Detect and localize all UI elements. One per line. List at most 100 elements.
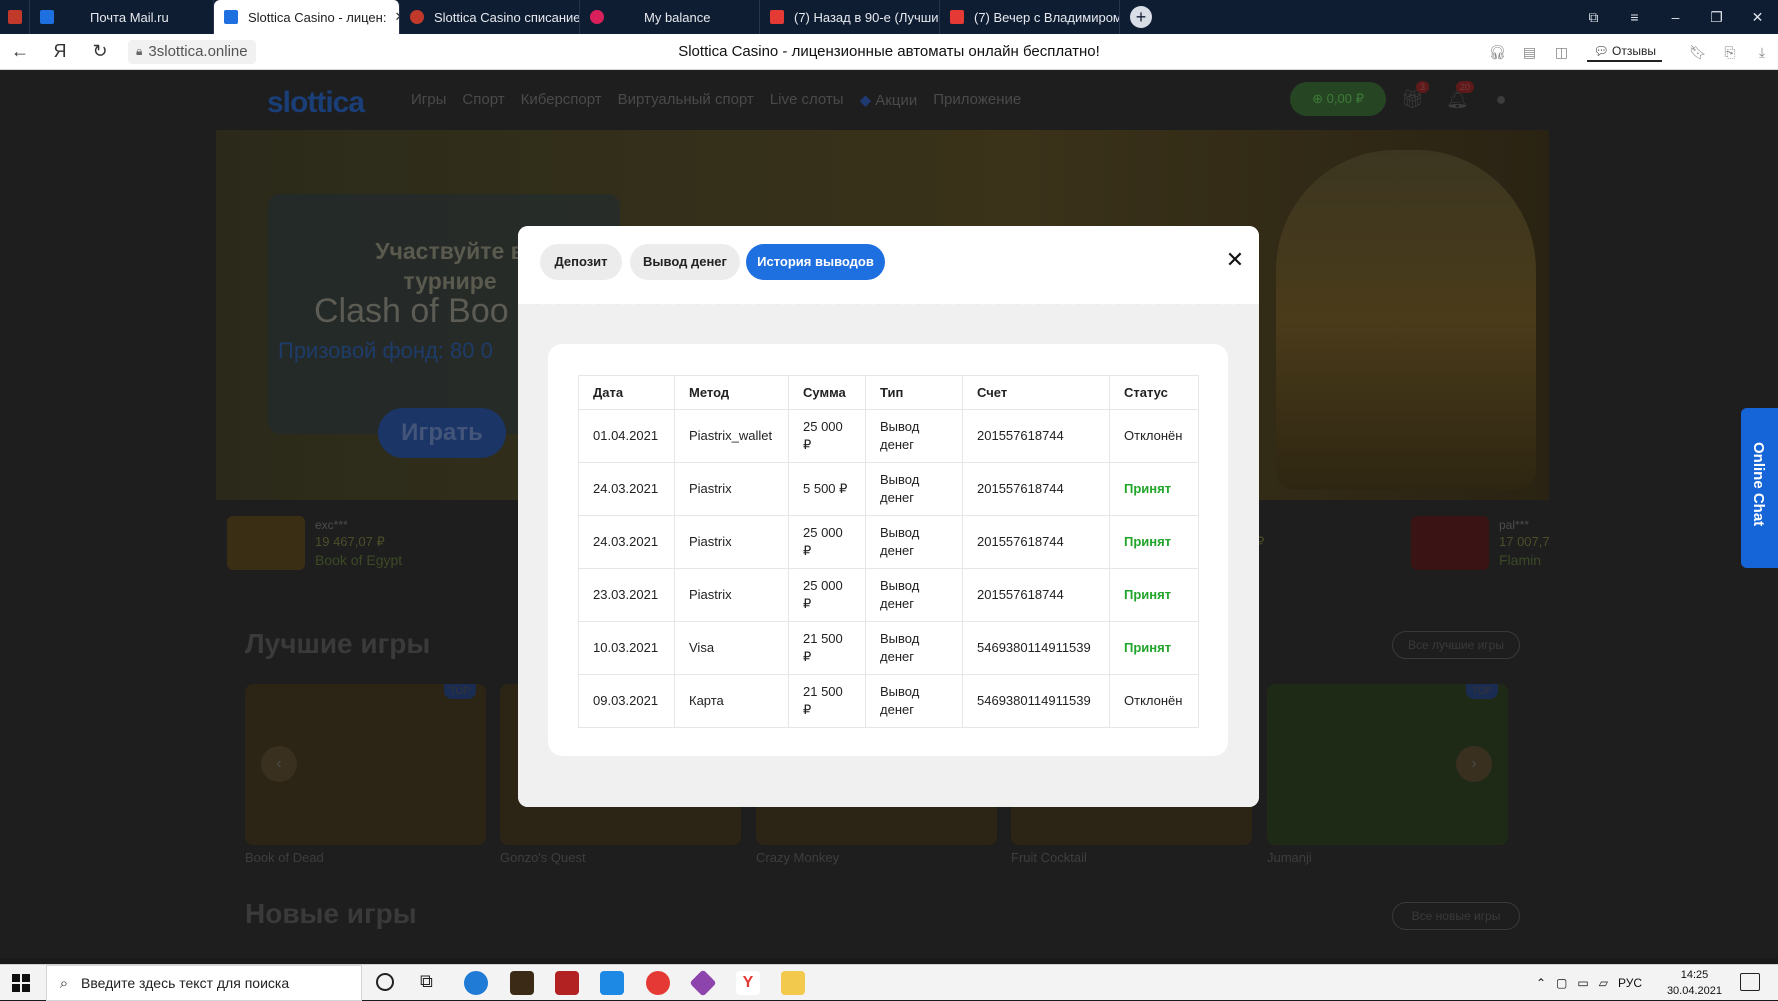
language-indicator[interactable]: РУС [1618,976,1642,990]
lock-icon: 🔒︎ [136,44,143,58]
headphones-icon[interactable]: 🎧︎ [1481,44,1513,61]
nav-live-slots[interactable]: Live слоты [770,91,844,109]
game-tile[interactable]: TOP › [1267,684,1508,845]
cell-account: 5469380114911539 [962,674,1110,728]
table-body: 01.04.2021 Piastrix_wallet 25 000 ₽ Вывод д… [578,409,1199,728]
mail-icon[interactable] [600,971,624,995]
game-title[interactable]: Jumanji [1267,850,1312,865]
file-explorer-icon[interactable] [781,971,805,995]
cell-amount: 25 000 ₽ [788,409,866,463]
url-field[interactable]: 🔒︎ 3slottica.online [128,39,256,64]
modal-header: Депозит Вывод денег История выводов ✕ [518,226,1259,304]
site-logo[interactable]: slottica [267,86,365,120]
network-icon[interactable]: ▱ [1599,976,1608,990]
cell-date: 23.03.2021 [578,568,675,622]
browser-tab-pinned-1[interactable] [0,0,30,34]
winner-card[interactable]: exc*** 19 467,07 ₽ Book of Egypt [227,516,447,576]
browser-tab-mail[interactable]: Почта Mail.ru [30,0,214,34]
windows-taskbar: ⌕ Введите здесь текст для поиска ⧉ Y ⌃ ▢… [0,964,1778,1001]
gift-icon[interactable]: 🎁︎ 3 [1401,81,1429,109]
download-icon[interactable]: ⤓ [1746,44,1778,61]
close-icon[interactable]: ✕ [1223,248,1247,272]
tab-deposit[interactable]: Депозит [540,244,622,280]
reader-icon[interactable]: ▤ [1513,44,1545,61]
site-header: slottica Игры Спорт Киберспорт Виртуальн… [0,70,1778,130]
cell-amount: 25 000 ₽ [788,515,866,569]
nav-games[interactable]: Игры [411,91,446,109]
cell-date: 01.04.2021 [578,409,675,463]
windows-start-icon[interactable] [12,974,30,992]
browser-tab-slottica-active[interactable]: Slottica Casino - лицен: ✕ [214,0,400,34]
cell-status: Принят [1109,515,1199,569]
close-window-icon[interactable]: ✕ [1737,0,1778,34]
reload-icon[interactable]: ↻ [80,41,120,62]
task-view-icon[interactable]: ⧉ [420,971,433,992]
mail-favicon-icon [40,10,54,24]
browser-tab-slottica-2[interactable]: Slottica Casino списание в [400,0,580,34]
clock[interactable]: 14:25 30.04.2021 [1667,967,1722,999]
nav-virtual-sport[interactable]: Виртуальный спорт [618,91,754,109]
tab-withdrawal-history[interactable]: История выводов [746,244,885,280]
new-tab-button[interactable]: + [1130,6,1152,28]
yandex-icon[interactable]: Я [40,41,80,62]
cell-amount: 21 500 ₽ [788,621,866,675]
bell-badge: 20 [1455,81,1474,93]
nav-app[interactable]: Приложение [933,91,1021,109]
collections-icon[interactable]: ⎘ [1714,44,1746,61]
all-best-games-link[interactable]: Все лучшие игры [1392,631,1520,659]
game-title[interactable]: Gonzo's Quest [500,850,586,865]
column-header-date: Дата [578,375,675,410]
user-icon[interactable]: ● [1491,89,1511,109]
taskbar-search-input[interactable]: ⌕ Введите здесь текст для поиска [46,965,362,1001]
nav-esport[interactable]: Киберспорт [521,91,602,109]
battery-icon[interactable]: ▭ [1577,976,1588,990]
winner-card[interactable]: pal*** 17 007,7 Flamin [1411,516,1551,576]
top-badge: TOP [443,684,476,699]
bookmark-icon[interactable]: 🔖︎ [1682,44,1714,61]
menu-icon[interactable]: ≡ [1614,0,1655,34]
restore-icon[interactable]: ❐ [1696,0,1737,34]
reviews-button[interactable]: 💬︎ Отзывы [1587,42,1662,62]
device-icon[interactable]: ▢ [1556,976,1567,990]
window-controls: ⧉ ≡ – ❐ ✕ [1573,0,1778,34]
extension-icon[interactable]: ◫ [1545,44,1577,61]
balance-button[interactable]: ⊕ 0,00 ₽ [1290,82,1386,116]
notifications-icon[interactable] [1740,973,1760,991]
game-title[interactable]: Crazy Monkey [756,850,839,865]
app-gem-icon[interactable] [689,969,717,997]
browser-tab-balance[interactable]: My balance [580,0,760,34]
table-row: 24.03.2021 Piastrix 5 500 ₽ Вывод денег 2015… [578,462,1199,516]
game-title[interactable]: Book of Dead [245,850,324,865]
cortana-icon[interactable] [376,973,394,991]
carousel-prev-icon[interactable]: ‹ [261,746,297,782]
withdrawal-history-table: Дата Метод Сумма Тип Счет Статус 01.04.2… [578,375,1199,728]
yandex-browser-icon[interactable]: Y [736,971,760,995]
online-chat-tab[interactable]: Online Chat [1741,408,1778,568]
cell-method: Piastrix [674,515,789,569]
winner-game: Book of Egypt [315,552,403,568]
app-red-icon[interactable] [555,971,579,995]
bell-icon[interactable]: 🔔︎ 20 [1446,81,1474,109]
game-title[interactable]: Fruit Cocktail [1011,850,1087,865]
nav-promotions[interactable]: ◆ Акции [860,91,918,109]
minimize-icon[interactable]: – [1655,0,1696,34]
carousel-next-icon[interactable]: › [1456,746,1492,782]
asterisk-favicon-icon [590,10,604,24]
tabs-icon[interactable]: ⧉ [1573,0,1614,34]
game-tile[interactable]: TOP ‹ [245,684,486,845]
app-circle-icon[interactable] [646,971,670,995]
browser-tab-youtube-1[interactable]: (7) Назад в 90-е (Лучшие [760,0,940,34]
cell-type: Вывод денег [865,409,963,463]
banner-tournament: Clash of Boo [314,292,509,330]
store-icon[interactable] [510,971,534,995]
chevron-up-icon[interactable]: ⌃ [1536,976,1546,990]
browser-tab-youtube-2[interactable]: (7) Вечер с Владимиром С [940,0,1120,34]
tab-withdraw[interactable]: Вывод денег [630,244,740,280]
edge-icon[interactable] [464,971,488,995]
nav-sport[interactable]: Спорт [462,91,504,109]
all-new-games-link[interactable]: Все новые игры [1392,902,1520,930]
cell-type: Вывод денег [865,515,963,569]
table-row: 10.03.2021 Visa 21 500 ₽ Вывод денег 5469380… [578,621,1199,675]
banner-play-button[interactable]: Играть [378,408,506,458]
back-arrow-icon[interactable]: ← [0,41,40,62]
